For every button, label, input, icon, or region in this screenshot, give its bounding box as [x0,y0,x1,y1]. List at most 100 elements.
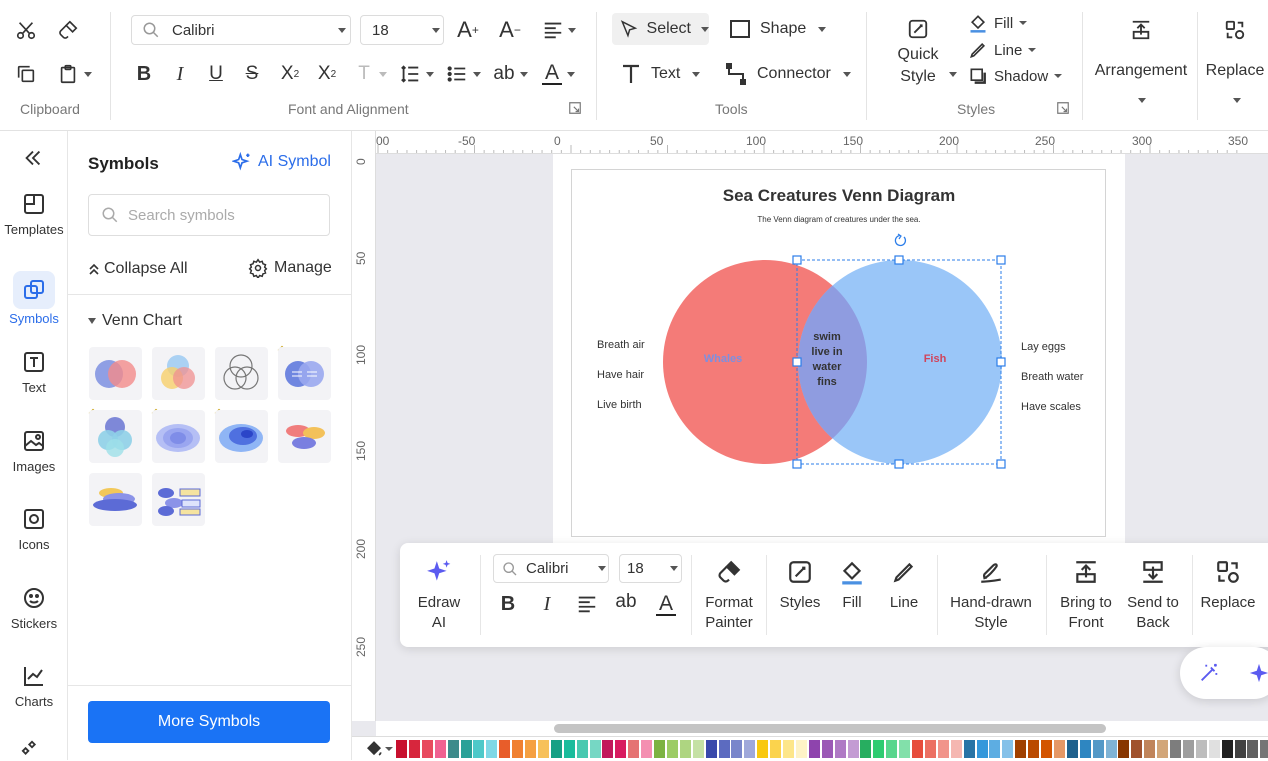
replace-icon[interactable] [1221,16,1249,44]
bold-icon[interactable]: B [498,592,518,616]
color-swatch[interactable] [563,740,575,758]
chevron-down-icon[interactable] [1233,98,1241,103]
color-swatch[interactable] [912,740,923,758]
color-swatch[interactable] [576,740,588,758]
quick-style-icon[interactable] [905,16,931,42]
color-swatch[interactable] [1041,740,1052,758]
color-swatch[interactable] [421,740,433,758]
color-swatch[interactable] [873,740,885,758]
color-swatch[interactable] [1105,740,1117,758]
color-swatch[interactable] [783,740,794,758]
color-swatch[interactable] [757,740,769,758]
text-effect-icon[interactable]: T [352,60,376,88]
color-swatch[interactable] [1131,740,1143,758]
chevron-down-icon[interactable] [568,28,576,33]
chevron-down-icon[interactable] [385,747,393,751]
venn-symbol-layered-discs[interactable] [89,473,142,526]
venn-symbol-three-circles-outline[interactable] [215,347,268,400]
venn-symbol-target-ellipses[interactable] [215,410,268,463]
bring-to-front-button[interactable]: Bring to Front [1055,559,1117,633]
color-swatch[interactable] [512,740,524,758]
underline-icon[interactable]: U [204,60,228,88]
font-family-select[interactable]: Calibri [131,15,351,45]
color-swatch[interactable] [860,740,872,758]
ai-sparkle-icon[interactable] [1246,660,1268,686]
magic-wand-icon[interactable] [1196,660,1222,686]
format-painter-button[interactable]: Format Painter [697,559,761,633]
color-swatch[interactable] [525,740,536,758]
font-family-select[interactable]: Calibri [493,554,609,583]
color-swatch[interactable] [679,740,691,758]
color-swatch[interactable] [641,740,653,758]
color-swatch[interactable] [589,740,601,758]
text-case-icon[interactable]: ab [614,590,638,614]
color-swatch[interactable] [834,740,846,758]
color-swatch[interactable] [989,740,1001,758]
ai-assistant-pill[interactable] [1180,647,1268,699]
rail-item-symbols[interactable]: Symbols [0,271,68,326]
strikethrough-icon[interactable]: S [240,60,264,88]
superscript-icon[interactable]: X2 [277,60,303,88]
color-swatch[interactable] [705,740,717,758]
line-button[interactable]: Line [884,559,924,613]
paste-icon[interactable] [54,60,82,88]
dialog-launcher-icon[interactable] [568,101,582,115]
color-swatch[interactable] [1221,740,1233,758]
color-swatch[interactable] [692,740,704,758]
fish-label[interactable]: Fish [915,353,955,365]
horizontal-scrollbar[interactable] [376,721,1268,736]
edraw-ai-button[interactable]: Edraw AI [410,559,468,633]
color-swatch[interactable] [744,740,756,758]
search-symbols-input[interactable]: Search symbols [88,194,330,236]
color-swatch[interactable] [821,740,833,758]
send-to-back-button[interactable]: Send to Back [1122,559,1184,633]
color-swatch[interactable] [1079,740,1091,758]
chevron-down-icon[interactable] [949,72,957,77]
color-swatch[interactable] [976,740,988,758]
color-swatch[interactable] [1066,740,1078,758]
color-swatch[interactable] [486,740,498,758]
venn-chart-category[interactable]: Venn Chart [88,312,182,330]
overlap-text[interactable]: swim live in water fins [801,330,853,390]
venn-symbol-three-circles-color[interactable] [152,347,205,400]
collapse-all-button[interactable]: Collapse All [88,260,188,278]
rail-item-templates[interactable]: Templates [0,192,68,237]
collapse-double-chevron-icon[interactable] [20,145,46,171]
venn-symbol-nested-ellipses[interactable] [152,410,205,463]
text-tool-button[interactable]: Text [619,59,701,89]
cut-icon[interactable] [12,16,40,44]
color-swatch[interactable] [1092,740,1104,758]
decrease-font-icon[interactable]: A − [497,16,523,44]
color-swatch[interactable] [937,740,949,758]
connector-tool-button[interactable]: Connector [725,59,851,89]
drawing-page[interactable]: Sea Creatures Venn Diagram The Venn diag… [553,154,1125,554]
text-case-icon[interactable]: ab [491,60,517,88]
rail-item-icons[interactable]: Icons [0,507,68,552]
rail-item-stickers[interactable]: Stickers [0,586,68,631]
venn-symbol-labeled-discs[interactable] [152,473,205,526]
color-swatch[interactable] [1208,740,1220,758]
color-swatch[interactable] [615,740,627,758]
more-tools-icon[interactable] [20,739,44,761]
font-color-icon[interactable]: A [653,589,679,619]
color-swatch[interactable] [1118,740,1130,758]
more-symbols-button[interactable]: More Symbols [88,701,330,743]
fish-traits[interactable]: Lay eggs Breath water Have scales [1021,332,1083,422]
color-swatch[interactable] [731,740,743,758]
line-button[interactable]: Line [968,40,1037,60]
venn-symbol-two-circles-blue[interactable] [278,347,331,400]
color-swatch[interactable] [950,740,962,758]
copy-icon[interactable] [12,60,40,88]
color-swatch[interactable] [1182,740,1194,758]
color-swatch[interactable] [770,740,782,758]
venn-symbol-two-circles[interactable] [89,347,142,400]
color-swatch[interactable] [1053,740,1065,758]
rail-item-images[interactable]: Images [0,429,68,474]
color-swatch[interactable] [447,740,459,758]
bold-icon[interactable]: B [132,60,156,88]
color-swatch[interactable] [602,740,614,758]
italic-icon[interactable]: I [537,592,557,616]
color-swatch[interactable] [795,740,807,758]
styles-button[interactable]: Styles [774,559,826,613]
color-swatch[interactable] [1195,740,1207,758]
